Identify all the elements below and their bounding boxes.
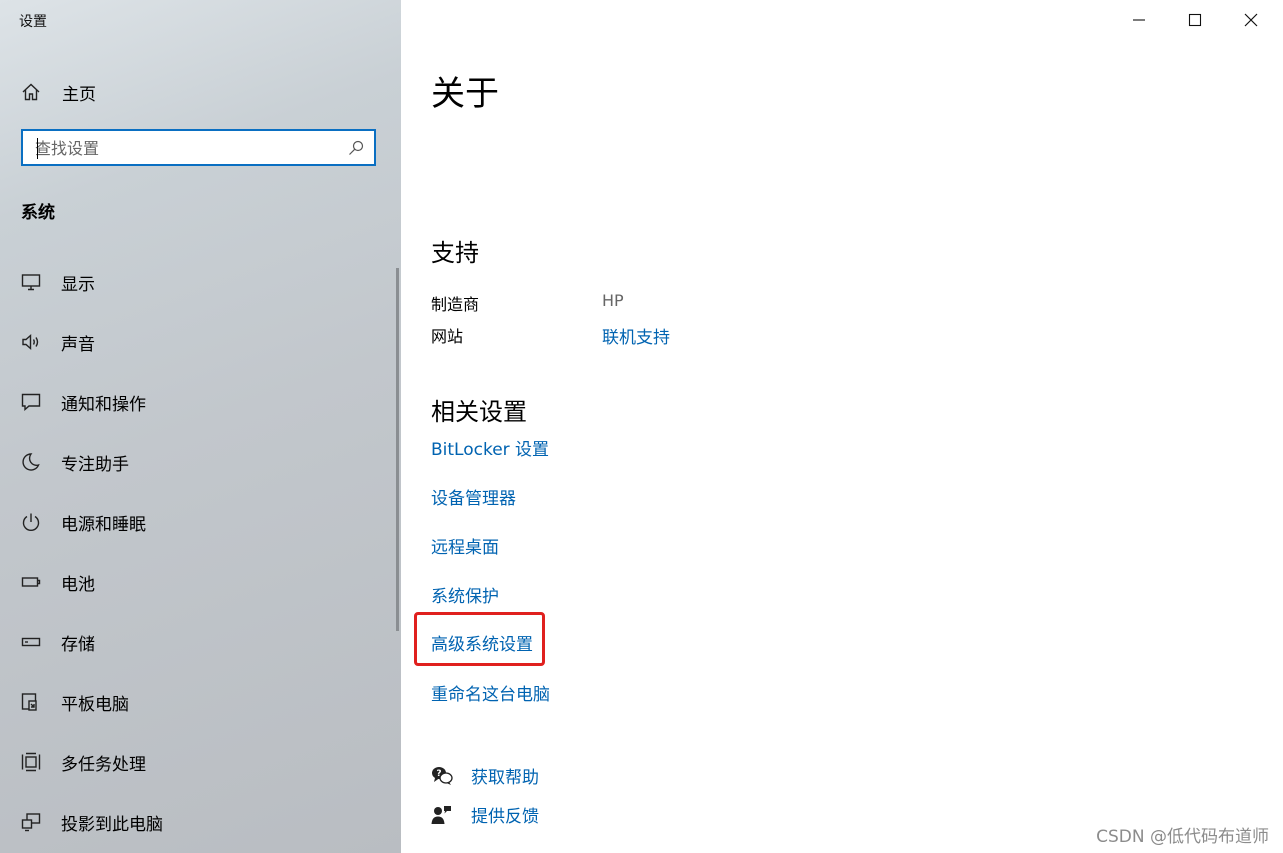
battery-icon [21,572,41,592]
moon-icon [21,452,41,472]
sidebar-item-label: 平板电脑 [61,695,129,715]
window-title: 设置 [19,14,47,30]
sidebar-item-display[interactable]: 显示 [0,252,395,312]
bitlocker-settings-link[interactable]: BitLocker 设置 [431,435,549,460]
settings-window: 设置 主页 系统 [0,0,1283,853]
sidebar-item-multitasking[interactable]: 多任务处理 [0,732,395,792]
close-icon [1244,13,1258,27]
support-heading: 支持 [431,239,479,267]
minimize-icon [1133,19,1145,21]
maximize-icon [1188,13,1202,27]
speaker-icon [21,332,41,352]
sidebar-item-tablet[interactable]: 平板电脑 [0,672,395,732]
sidebar-item-sound[interactable]: 声音 [0,312,395,372]
feedback-label: 提供反馈 [471,807,539,827]
sidebar-item-label: 专注助手 [61,455,129,475]
sidebar-scrollbar[interactable] [396,268,399,631]
rename-pc-link[interactable]: 重命名这台电脑 [431,680,550,705]
sidebar-item-storage[interactable]: 存储 [0,612,395,672]
sidebar-item-label: 主页 [62,85,96,105]
sidebar-item-label: 多任务处理 [61,755,146,775]
sidebar-item-power-sleep[interactable]: 电源和睡眠 [0,492,395,552]
sidebar-item-notifications[interactable]: 通知和操作 [0,372,395,432]
sidebar-item-label: 电源和睡眠 [61,515,146,535]
search-input[interactable] [35,137,335,159]
minimize-button[interactable] [1111,0,1167,40]
notification-icon [21,392,41,412]
sidebar: 设置 主页 系统 [0,0,401,853]
sidebar-item-label: 声音 [61,335,95,355]
storage-icon [21,632,41,652]
help-chat-icon: ? [431,765,453,787]
sidebar-item-label: 投影到此电脑 [61,815,163,835]
feedback-person-icon [431,804,453,826]
monitor-icon [21,272,41,292]
main-content: 关于 支持 制造商 HP 网站 联机支持 相关设置 BitLocker 设置 设… [401,0,1283,853]
tablet-icon [21,692,41,712]
sidebar-item-label: 通知和操作 [61,395,146,415]
sidebar-item-battery[interactable]: 电池 [0,552,395,612]
search-box[interactable] [21,129,376,166]
multitasking-icon [21,752,41,772]
remote-desktop-link[interactable]: 远程桌面 [431,533,499,558]
sidebar-item-focus-assist[interactable]: 专注助手 [0,432,395,492]
get-help-label: 获取帮助 [471,768,539,788]
manufacturer-label: 制造商 [431,295,480,314]
page-title: 关于 [431,74,499,114]
sidebar-nav: 显示 声音 通知和操作 专注助手 电源和睡眠 电池 存储 平板电脑 多任务处理 … [0,252,395,852]
sidebar-item-home[interactable]: 主页 [0,70,390,114]
manufacturer-value: HP [602,291,624,310]
text-caret [37,138,38,159]
section-title: 系统 [21,203,55,223]
power-icon [21,512,41,532]
sidebar-item-label: 电池 [61,575,95,595]
projection-icon [21,812,41,832]
website-label: 网站 [431,327,464,346]
close-button[interactable] [1223,0,1279,40]
device-manager-link[interactable]: 设备管理器 [431,484,516,509]
sidebar-item-projection[interactable]: 投影到此电脑 [0,792,395,852]
highlight-annotation [414,612,545,666]
search-icon[interactable] [348,140,364,156]
sidebar-item-label: 显示 [61,275,95,295]
watermark: CSDN @低代码布道师 [1096,827,1269,847]
svg-text:?: ? [436,769,441,779]
sidebar-item-label: 存储 [61,635,95,655]
system-protection-link[interactable]: 系统保护 [431,582,499,607]
online-support-link[interactable]: 联机支持 [602,323,670,348]
related-settings-heading: 相关设置 [431,398,527,426]
home-icon [21,82,41,102]
maximize-button[interactable] [1167,0,1223,40]
